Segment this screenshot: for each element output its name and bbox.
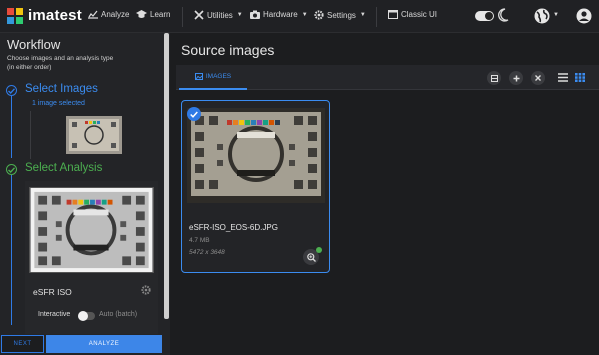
list-view-icon[interactable] xyxy=(558,73,568,82)
clear-button[interactable] xyxy=(531,71,545,85)
workflow-subtitle-line2: (in either order) xyxy=(7,64,52,71)
nav-analyze-label: Analyze xyxy=(101,10,130,19)
zoom-in-icon xyxy=(306,252,316,262)
source-tabbar: IMAGES xyxy=(176,65,599,90)
step2-check-icon xyxy=(6,164,17,175)
selected-check-icon[interactable] xyxy=(187,107,201,121)
workflow-subtitle-line1: Choose images and an analysis type xyxy=(7,55,114,62)
tab-images-label: IMAGES xyxy=(205,73,232,80)
window-icon xyxy=(388,10,398,19)
brand-name: imatest xyxy=(28,7,82,24)
imatest-logo-icon xyxy=(7,8,23,24)
nav-divider xyxy=(376,7,377,27)
step1-status: 1 image selected xyxy=(32,100,85,107)
source-image-preview xyxy=(187,108,325,203)
workflow-title: Workflow xyxy=(7,37,61,52)
add-image-button[interactable] xyxy=(509,71,523,85)
interactive-label: Interactive xyxy=(38,311,71,318)
gear-icon[interactable] xyxy=(141,285,151,295)
source-images-panel: Source images IMAGES eSFR-ISO_EOS-6D.JPG… xyxy=(170,33,599,355)
workflow-subtitle: Choose images and an analysis type (in e… xyxy=(7,54,157,72)
moon-icon xyxy=(498,8,509,22)
workflow-panel: Workflow Choose images and an analysis t… xyxy=(0,33,170,355)
analyze-button[interactable]: ANALYZE xyxy=(46,335,162,353)
step2-title[interactable]: Select Analysis xyxy=(25,162,102,174)
analysis-name: eSFR ISO xyxy=(33,287,72,297)
camera-icon xyxy=(250,10,260,19)
status-badge xyxy=(316,247,322,253)
graduation-cap-icon xyxy=(136,10,147,18)
gear-icon xyxy=(314,10,324,20)
globe-icon[interactable] xyxy=(534,8,550,24)
nav-classic-ui[interactable]: Classic UI xyxy=(388,10,437,19)
nav-learn[interactable]: Learn xyxy=(136,10,170,19)
analysis-card[interactable]: eSFR ISO Interactive Auto (batch) xyxy=(25,181,158,334)
selected-image-thumbnail[interactable] xyxy=(30,111,157,159)
nav-settings[interactable]: Settings ▼ xyxy=(314,10,366,20)
auto-batch-label: Auto (batch) xyxy=(99,311,138,318)
account-icon[interactable] xyxy=(576,8,592,24)
chevron-down-icon: ▼ xyxy=(301,11,308,18)
nav-hardware-label: Hardware xyxy=(263,10,298,19)
step1-title[interactable]: Select Images xyxy=(25,83,98,95)
chart-thumbnail xyxy=(66,116,122,154)
grid-view-icon[interactable] xyxy=(575,73,585,82)
scrollbar[interactable] xyxy=(164,33,169,319)
nav-hardware[interactable]: Hardware ▼ xyxy=(250,10,308,19)
image-icon xyxy=(194,73,203,80)
nav-utilities[interactable]: Utilities ▼ xyxy=(194,10,243,20)
nav-analyze[interactable]: Analyze xyxy=(88,10,129,19)
nav-divider xyxy=(182,7,183,27)
chevron-down-icon: ▼ xyxy=(236,12,243,18)
chevron-down-icon: ▼ xyxy=(553,12,559,18)
collapse-button[interactable] xyxy=(487,71,501,85)
theme-toggle[interactable] xyxy=(475,11,494,21)
file-size: 4.7 MB xyxy=(189,237,210,244)
plus-icon xyxy=(513,75,519,81)
nav-learn-label: Learn xyxy=(150,10,171,19)
file-dimensions: 5472 x 3648 xyxy=(189,249,225,256)
page-title: Source images xyxy=(181,42,275,58)
close-icon xyxy=(535,75,541,81)
file-name: eSFR-ISO_EOS-6D.JPG xyxy=(189,223,278,232)
top-bar: imatest Analyze Learn Utilities ▼ Hardwa… xyxy=(0,0,599,33)
collapse-icon xyxy=(490,74,498,82)
nav-classic-ui-label: Classic UI xyxy=(401,10,438,19)
nav-utilities-label: Utilities xyxy=(207,10,233,20)
next-button[interactable]: NEXT xyxy=(1,335,44,353)
esfr-chart-preview xyxy=(29,187,154,273)
chevron-down-icon: ▼ xyxy=(359,12,366,18)
step-connector xyxy=(11,175,12,325)
image-card[interactable]: eSFR-ISO_EOS-6D.JPG 4.7 MB 5472 x 3648 xyxy=(181,100,330,273)
mode-toggle[interactable] xyxy=(78,311,95,321)
nav-settings-label: Settings xyxy=(327,10,356,20)
tools-icon xyxy=(194,10,204,20)
step1-check-icon xyxy=(6,85,17,96)
tab-images[interactable]: IMAGES xyxy=(179,65,247,90)
chart-icon xyxy=(88,10,98,19)
step-connector xyxy=(11,96,12,158)
